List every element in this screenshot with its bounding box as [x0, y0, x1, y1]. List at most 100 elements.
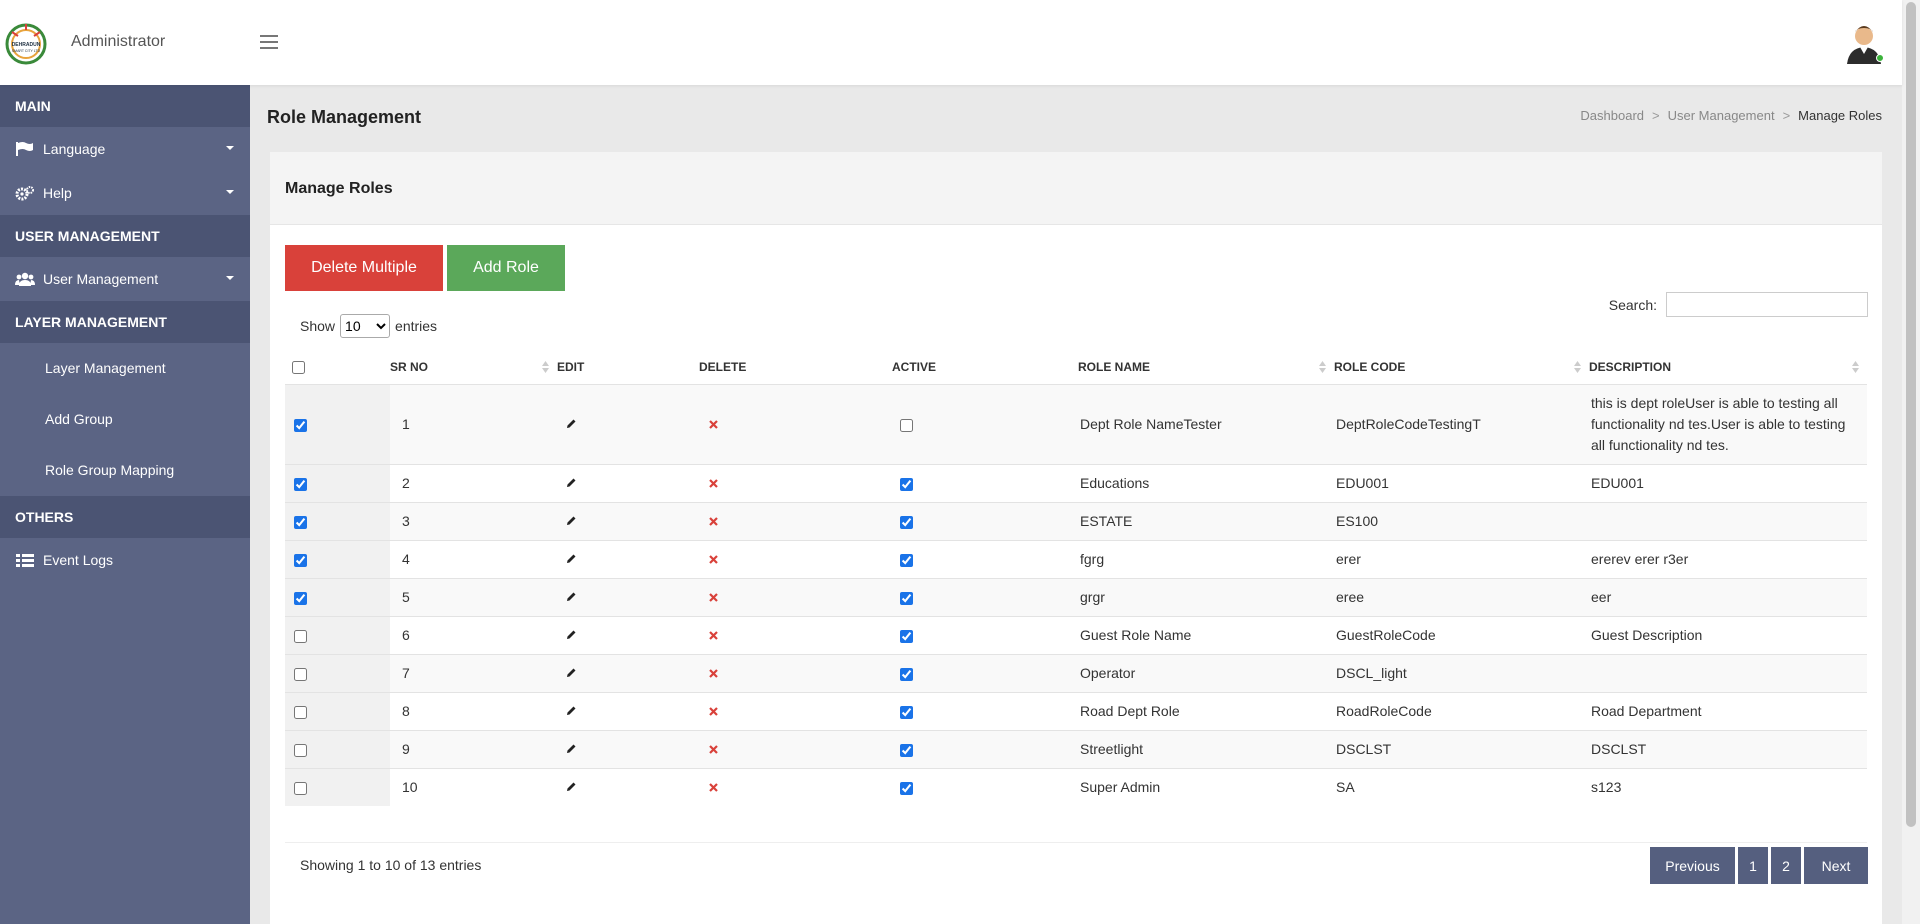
breadcrumb-link-user-management[interactable]: User Management — [1668, 108, 1775, 123]
active-checkbox[interactable] — [900, 705, 913, 719]
delete-multiple-button[interactable]: Delete Multiple — [285, 245, 443, 291]
active-checkbox[interactable] — [900, 591, 913, 605]
row-select-checkbox[interactable] — [294, 667, 307, 681]
active-checkbox[interactable] — [900, 553, 913, 567]
page-2-button[interactable]: 2 — [1771, 847, 1801, 884]
role-name-cell: Operator — [1078, 654, 1334, 692]
description-cell: DSCLST — [1589, 730, 1867, 768]
row-select-checkbox[interactable] — [294, 629, 307, 643]
table-row: 5 grgr eree eer — [285, 578, 1867, 616]
row-select-checkbox[interactable] — [294, 591, 307, 605]
role-code-cell: EDU001 — [1336, 475, 1389, 491]
active-checkbox[interactable] — [900, 667, 913, 681]
delete-cell — [699, 464, 892, 502]
delete-x-icon[interactable] — [709, 416, 718, 432]
delete-cell — [699, 384, 892, 464]
delete-x-icon[interactable] — [709, 513, 718, 529]
menu-toggle-icon[interactable] — [260, 35, 278, 49]
edit-pencil-icon[interactable] — [566, 589, 577, 605]
active-checkbox[interactable] — [900, 515, 913, 529]
column-header-role-code[interactable]: ROLE CODE — [1334, 350, 1589, 384]
sidebar-item-language[interactable]: Language — [0, 127, 250, 171]
role-code-cell: RoadRoleCode — [1336, 703, 1432, 719]
role-name-cell: grgr — [1078, 578, 1334, 616]
table-row: 6 Guest Role Name GuestRoleCode Guest Descr… — [285, 616, 1867, 654]
edit-pencil-icon[interactable] — [566, 779, 577, 795]
delete-x-icon[interactable] — [709, 627, 718, 643]
sidebar-item-event-logs[interactable]: Event Logs — [0, 538, 250, 582]
sidebar-item-help[interactable]: Help — [0, 171, 250, 215]
sr-no-cell: 3 — [390, 502, 557, 540]
add-role-button[interactable]: Add Role — [447, 245, 565, 291]
page-size-select[interactable]: 10 — [340, 314, 391, 338]
active-checkbox[interactable] — [900, 477, 913, 491]
delete-x-icon[interactable] — [709, 703, 718, 719]
breadcrumb-separator-icon: > — [1782, 108, 1791, 123]
delete-x-icon[interactable] — [709, 665, 718, 681]
role-name-cell: fgrg — [1080, 551, 1105, 567]
edit-pencil-icon[interactable] — [566, 551, 577, 567]
delete-x-icon[interactable] — [709, 551, 718, 567]
role-code-cell: ES100 — [1334, 502, 1589, 540]
table-row: 4 fgrg erer ererev erer r3er — [285, 540, 1867, 578]
row-select-checkbox[interactable] — [294, 553, 307, 567]
active-cell — [892, 540, 1078, 578]
table-row: 10 Super Admin SA s123 — [285, 768, 1867, 806]
delete-x-icon[interactable] — [709, 741, 718, 757]
active-checkbox[interactable] — [900, 782, 913, 796]
role-code-cell: eree — [1334, 578, 1589, 616]
sr-no-cell: 2 — [402, 475, 410, 491]
edit-pencil-icon[interactable] — [566, 513, 577, 529]
edit-pencil-icon[interactable] — [566, 665, 577, 681]
edit-pencil-icon[interactable] — [566, 627, 577, 643]
description-cell: this is dept roleUser is able to testing… — [1589, 384, 1867, 464]
row-select-checkbox[interactable] — [294, 477, 307, 491]
delete-cell — [699, 692, 892, 730]
row-select-checkbox[interactable] — [294, 705, 307, 719]
active-checkbox[interactable] — [900, 743, 913, 757]
card-title: Manage Roles — [270, 152, 1882, 225]
sidebar-item-role-group-mapping[interactable]: Role Group Mapping — [0, 445, 250, 496]
delete-x-icon[interactable] — [709, 589, 718, 605]
row-select-checkbox[interactable] — [294, 418, 307, 432]
sr-no-cell: 5 — [390, 578, 557, 616]
select-all-checkbox[interactable] — [292, 360, 305, 374]
row-select-cell — [285, 502, 390, 540]
edit-pencil-icon[interactable] — [566, 741, 577, 757]
delete-cell — [699, 502, 892, 540]
edit-pencil-icon[interactable] — [566, 475, 577, 491]
column-header-role-name[interactable]: ROLE NAME — [1078, 350, 1334, 384]
next-page-button[interactable]: Next — [1804, 847, 1868, 884]
show-label: Show — [300, 318, 336, 334]
column-header-sr-no[interactable]: SR NO — [390, 350, 557, 384]
sidebar-item-add-group[interactable]: Add Group — [0, 394, 250, 445]
breadcrumb-link-dashboard[interactable]: Dashboard — [1580, 108, 1644, 123]
edit-pencil-icon[interactable] — [566, 416, 577, 432]
row-select-cell — [285, 768, 390, 806]
search-input[interactable] — [1666, 292, 1868, 317]
row-select-checkbox[interactable] — [294, 515, 307, 529]
row-select-checkbox[interactable] — [294, 743, 307, 757]
column-header-active: ACTIVE — [892, 359, 937, 374]
delete-x-icon[interactable] — [709, 475, 718, 491]
row-select-checkbox[interactable] — [294, 782, 307, 796]
sr-no-cell: 7 — [390, 654, 557, 692]
previous-page-button[interactable]: Previous — [1650, 847, 1735, 884]
delete-x-icon[interactable] — [709, 779, 718, 795]
column-header-description[interactable]: DESCRIPTION — [1589, 350, 1867, 384]
sidebar-item-label: Help — [43, 185, 72, 201]
page-scrollbar[interactable] — [1902, 0, 1920, 924]
user-avatar[interactable] — [1845, 22, 1885, 64]
sidebar-item-user-management[interactable]: User Management — [0, 257, 250, 301]
sort-icon — [542, 361, 549, 373]
active-checkbox[interactable] — [900, 418, 913, 432]
scrollbar-thumb[interactable] — [1906, 2, 1916, 827]
edit-cell — [557, 384, 699, 464]
edit-pencil-icon[interactable] — [566, 703, 577, 719]
active-checkbox[interactable] — [900, 629, 913, 643]
sidebar-item-layer-management[interactable]: Layer Management — [0, 343, 250, 394]
active-cell — [892, 692, 1078, 730]
page-1-button[interactable]: 1 — [1738, 847, 1768, 884]
sort-icon — [1574, 361, 1581, 373]
sort-icon — [1852, 361, 1859, 373]
